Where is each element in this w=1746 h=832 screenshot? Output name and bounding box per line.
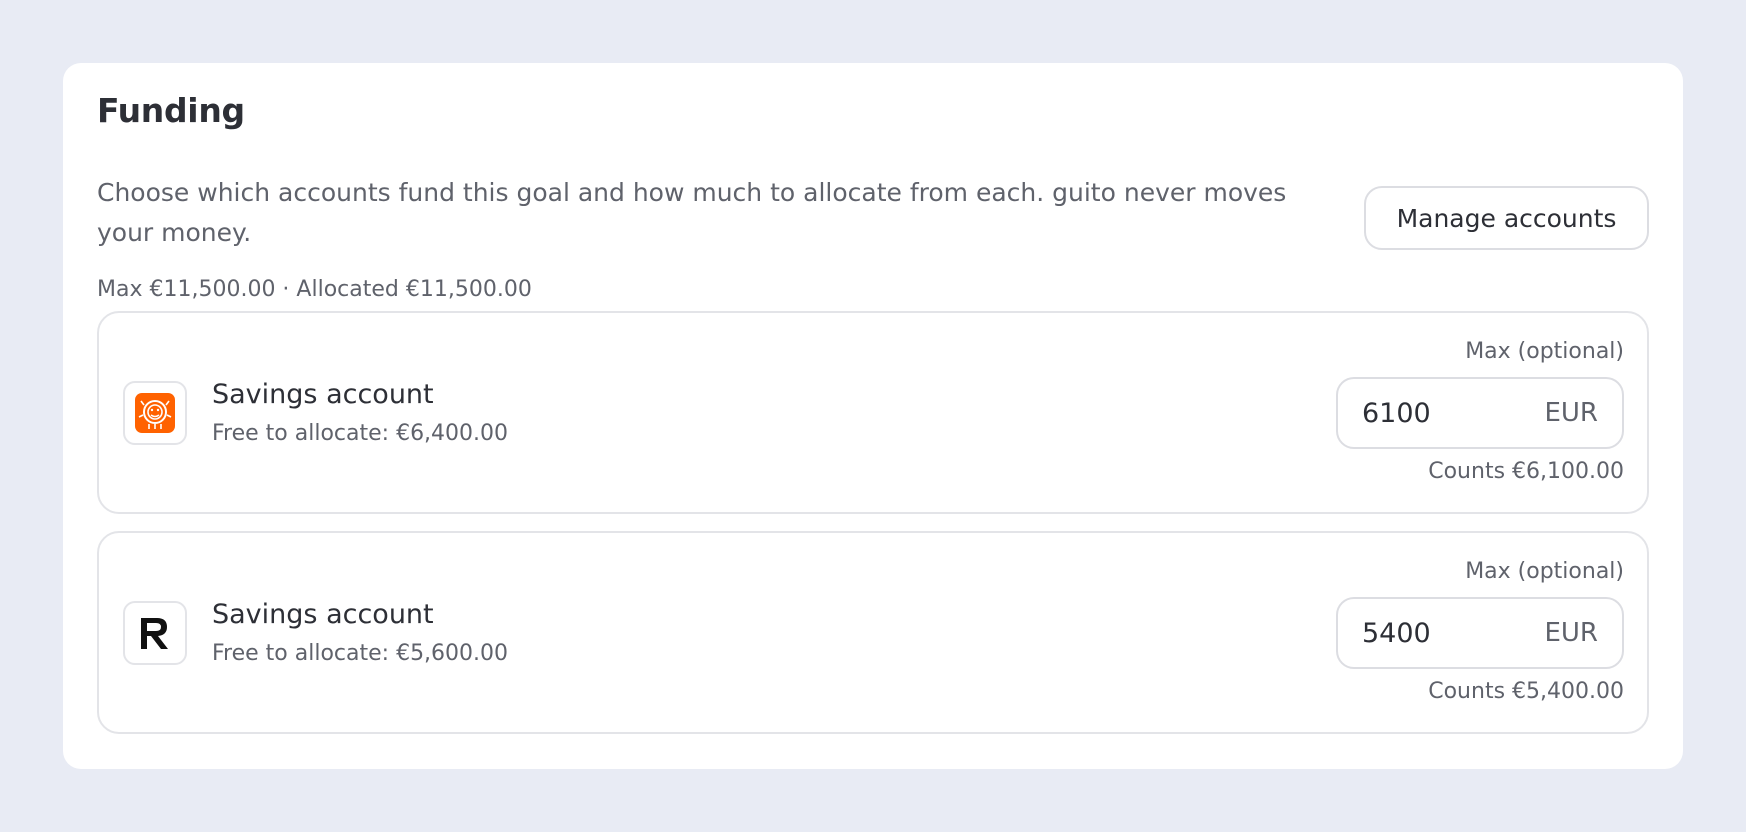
revolut-r-logo-svg [141, 618, 168, 649]
ing-lion-logo-svg [135, 393, 175, 433]
account-row: Savings account Free to allocate: €5,600… [97, 531, 1649, 734]
account-free-to-allocate: Free to allocate: €6,400.00 [212, 421, 509, 446]
max-amount-field[interactable]: EUR [1336, 377, 1624, 449]
account-name: Savings account [212, 599, 434, 630]
counts-amount: Counts €5,400.00 [1428, 679, 1624, 704]
funding-card: Funding Choose which accounts fund this … [63, 63, 1683, 769]
currency-label: EUR [1544, 398, 1598, 428]
section-title: Funding [97, 91, 245, 130]
max-amount-input[interactable] [1362, 617, 1512, 649]
counts-amount: Counts €6,100.00 [1428, 459, 1624, 484]
max-amount-field[interactable]: EUR [1336, 597, 1624, 669]
revolut-r-logo-icon [123, 601, 187, 665]
funding-header: Funding Choose which accounts fund this … [97, 91, 1649, 302]
account-name: Savings account [212, 379, 434, 410]
manage-accounts-button[interactable]: Manage accounts [1364, 186, 1649, 250]
account-free-to-allocate: Free to allocate: €5,600.00 [212, 641, 509, 666]
section-description: Choose which accounts fund this goal and… [97, 178, 1287, 247]
max-optional-label: Max (optional) [1465, 339, 1624, 364]
max-optional-label: Max (optional) [1465, 559, 1624, 584]
currency-label: EUR [1544, 618, 1598, 648]
allocation-summary: Max €11,500.00 · Allocated €11,500.00 [97, 277, 532, 302]
max-amount-input[interactable] [1362, 397, 1512, 429]
ing-lion-logo-icon [123, 381, 187, 445]
account-row: Savings account Free to allocate: €6,400… [97, 311, 1649, 514]
